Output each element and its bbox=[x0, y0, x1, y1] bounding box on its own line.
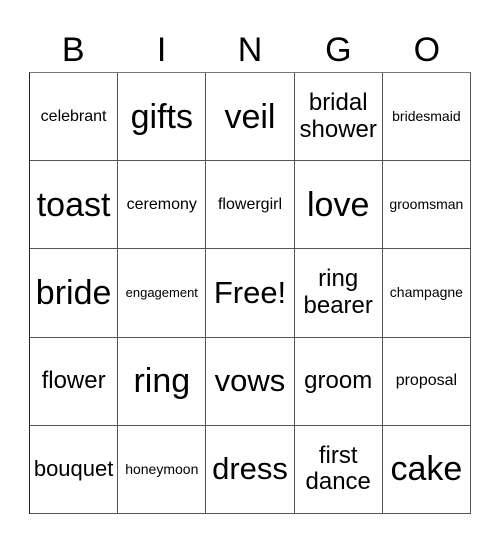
bingo-cell[interactable]: bride bbox=[30, 249, 119, 338]
bingo-cell[interactable]: ceremony bbox=[118, 161, 207, 250]
header-letter-b: B bbox=[61, 31, 85, 69]
free-space-cell[interactable]: Free! bbox=[206, 249, 295, 338]
bingo-cell[interactable]: love bbox=[294, 161, 383, 250]
bingo-cell[interactable]: celebrant bbox=[30, 73, 119, 162]
bingo-cell[interactable]: honeymoon bbox=[118, 425, 207, 514]
bingo-cell[interactable]: groom bbox=[294, 337, 383, 426]
bingo-grid: celebrant gifts veil bridal shower bride… bbox=[29, 72, 471, 514]
header-letter-i: I bbox=[156, 31, 167, 69]
bingo-cell[interactable]: engagement bbox=[118, 249, 207, 338]
bingo-cell[interactable]: flower bbox=[30, 337, 119, 426]
header-letter-n: N bbox=[237, 31, 263, 69]
bingo-cell[interactable]: gifts bbox=[118, 73, 207, 162]
bingo-cell[interactable]: champagne bbox=[382, 249, 471, 338]
header-letter-o: O bbox=[413, 31, 441, 69]
bingo-cell[interactable]: veil bbox=[206, 73, 295, 162]
bingo-cell[interactable]: dress bbox=[206, 425, 295, 514]
header-letter-g: G bbox=[325, 31, 352, 69]
bingo-cell[interactable]: bridal shower bbox=[294, 73, 383, 162]
bingo-cell[interactable]: flowergirl bbox=[206, 161, 295, 250]
bingo-cell[interactable]: ring bearer bbox=[294, 249, 383, 338]
bingo-cell[interactable]: bridesmaid bbox=[382, 73, 471, 162]
bingo-cell[interactable]: toast bbox=[30, 161, 119, 250]
bingo-header: B I N G O bbox=[29, 28, 471, 72]
bingo-cell[interactable]: vows bbox=[206, 337, 295, 426]
bingo-cell[interactable]: first dance bbox=[294, 425, 383, 514]
bingo-cell[interactable]: groomsman bbox=[382, 161, 471, 250]
bingo-cell[interactable]: ring bbox=[118, 337, 207, 426]
bingo-cell[interactable]: proposal bbox=[382, 337, 471, 426]
bingo-cell[interactable]: bouquet bbox=[30, 425, 119, 514]
bingo-cell[interactable]: cake bbox=[382, 425, 471, 514]
